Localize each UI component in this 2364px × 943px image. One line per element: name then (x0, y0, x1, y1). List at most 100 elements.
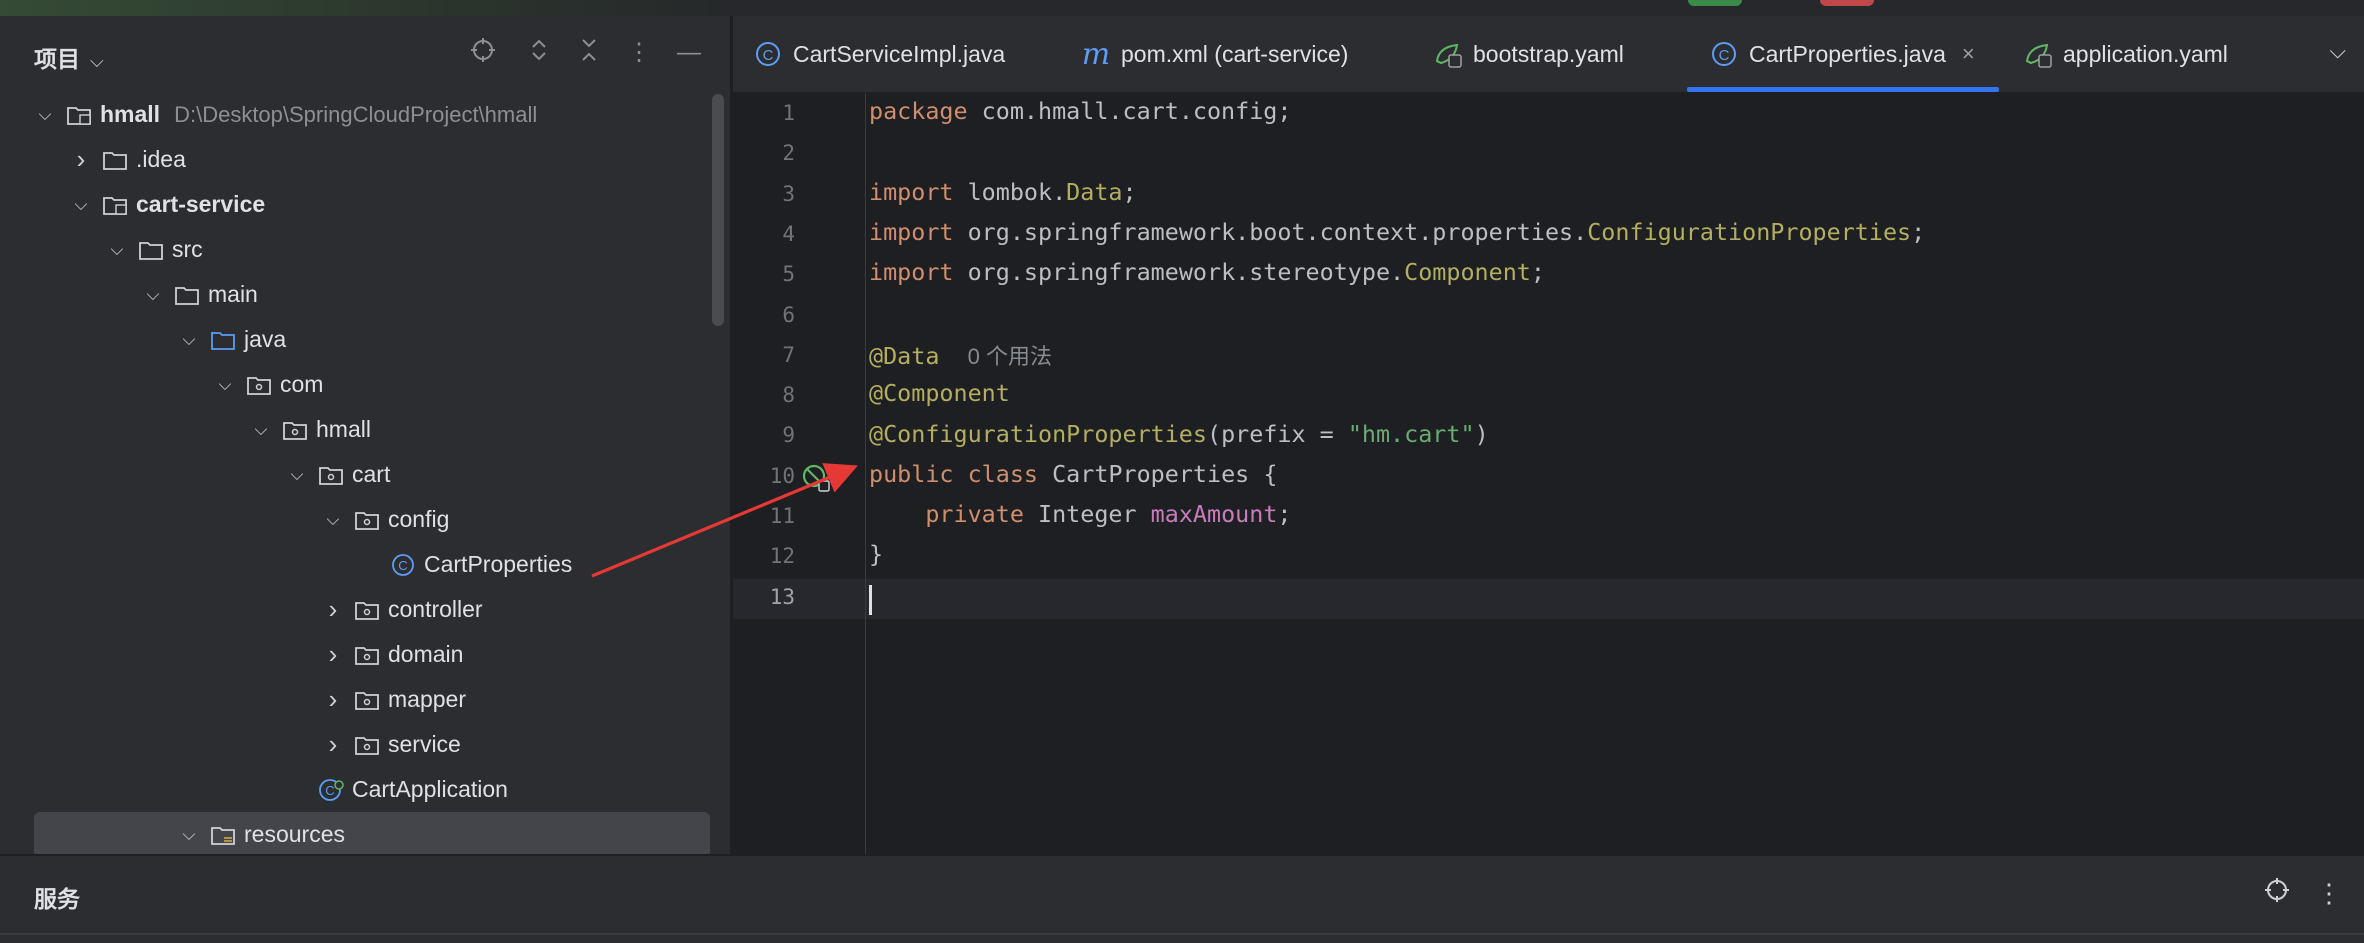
folder-icon (136, 237, 166, 263)
tree-item-label: cart-service (136, 191, 266, 217)
tab-application[interactable]: application.yaml (2023, 16, 2228, 92)
more-options-icon[interactable]: ⋮ (622, 36, 656, 70)
tree-item[interactable]: ⌵ main (0, 272, 710, 317)
tree-item[interactable]: ⌵ config (0, 497, 710, 542)
tree-item-label: domain (388, 641, 464, 667)
line-number: 1 (782, 101, 795, 125)
line-number: 6 (782, 302, 795, 327)
tree-item[interactable]: C CartApplication (0, 767, 710, 812)
locate-icon[interactable] (2260, 876, 2294, 910)
chevron-right-icon[interactable]: › (322, 729, 344, 760)
project-title: 项目 (34, 46, 80, 72)
spring-yaml-icon (2023, 39, 2053, 69)
tree-item[interactable]: › controller (0, 587, 710, 632)
chevron-right-icon[interactable]: › (322, 594, 344, 625)
code-line-12: } (869, 540, 884, 568)
tree-item[interactable]: ⌵ src (0, 227, 710, 272)
project-view-selector[interactable]: 项目 ⌵ (34, 40, 104, 74)
chevron-right-icon[interactable]: › (322, 684, 344, 715)
usage-hint[interactable]: 0 个用法 (968, 344, 1052, 369)
tree-item[interactable]: ⌵ cart (0, 452, 710, 497)
code-line-11: private Integer maxAmount; (925, 500, 1292, 528)
package-icon (352, 507, 382, 533)
window-top-strip (0, 0, 2364, 16)
line-number: 11 (769, 504, 795, 528)
tree-item[interactable]: › service (0, 722, 710, 767)
chevron-down-icon[interactable]: ⌵ (70, 195, 92, 215)
code-line-3: import lombok.Data; (869, 178, 1137, 206)
code-line-4: import org.springframework.boot.context.… (869, 218, 1926, 246)
hide-panel-icon[interactable]: — (672, 36, 706, 70)
chevron-down-icon[interactable]: ⌵ (214, 375, 236, 395)
class-icon: C (388, 552, 418, 578)
tree-item-label: src (172, 236, 203, 262)
code-line-5: import org.springframework.stereotype.Co… (869, 258, 1545, 286)
code-line-1: package com.hmall.cart.config; (869, 97, 1292, 125)
package-icon (352, 642, 382, 668)
tree-item-label: java (244, 326, 287, 352)
tree-item-label: main (208, 281, 258, 307)
package-icon (352, 687, 382, 713)
chevron-down-icon[interactable]: ⌵ (34, 105, 56, 125)
tree-scrollbar[interactable] (712, 94, 724, 326)
tab-bootstrap[interactable]: bootstrap.yaml (1433, 16, 1624, 92)
tree-item[interactable]: ⌵ hmall (0, 407, 710, 452)
expand-all-icon[interactable] (522, 36, 556, 70)
module-folder-icon (100, 192, 130, 218)
tree-item[interactable]: › .idea (0, 137, 710, 182)
tree-item-label: config (388, 506, 450, 532)
spring-yaml-icon (1433, 39, 1463, 69)
tree-item[interactable]: ⌵ resources (34, 812, 710, 854)
tree-item[interactable]: ⌵ hmall D:\Desktop\SpringCloudProject\hmal… (0, 92, 710, 137)
tree-item[interactable]: › mapper (0, 677, 710, 722)
tree-item[interactable]: C CartProperties (0, 542, 710, 587)
tab-label: CartServiceImpl.java (793, 40, 1006, 67)
chevron-down-icon[interactable]: ⌵ (106, 240, 128, 260)
tree-item[interactable]: ⌵ java (0, 317, 710, 362)
tab-cartserviceimpl[interactable]: C CartServiceImpl.java (753, 16, 1005, 92)
chevron-right-icon[interactable]: › (322, 639, 344, 670)
tree-item-label: hmall (316, 416, 371, 442)
line-number: 8 (782, 383, 795, 408)
tree-item-label: hmall (100, 101, 161, 127)
chevron-down-icon[interactable]: ⌵ (2329, 38, 2346, 64)
project-path: D:\Desktop\SpringCloudProject\hmall (174, 101, 538, 127)
run-indicator[interactable] (1688, 0, 1742, 6)
panel-divider (0, 933, 2364, 935)
close-tab-icon[interactable]: × (1962, 41, 1975, 67)
stop-indicator[interactable] (1820, 0, 1874, 6)
line-number: 5 (782, 262, 795, 287)
code-editor[interactable]: 1 2 3 4 5 6 7 8 9 10 11 12 13 package com.hmall.cart… (733, 93, 2364, 854)
tree-item-label: controller (388, 596, 483, 622)
chevron-down-icon[interactable]: ⌵ (250, 420, 272, 440)
spring-bean-gutter-icon[interactable] (801, 463, 831, 493)
package-icon (352, 732, 382, 758)
chevron-down-icon[interactable]: ⌵ (286, 465, 308, 485)
tree-item-label: com (280, 371, 324, 397)
gutter-divider (865, 93, 866, 854)
tree-item[interactable]: ⌵ cart-service (0, 182, 710, 227)
tree-item-label: mapper (388, 686, 466, 712)
chevron-down-icon: ⌵ (90, 51, 104, 71)
tree-item[interactable]: › domain (0, 632, 710, 677)
services-panel: 服务 ⋮ (0, 855, 2364, 943)
tab-pom[interactable]: m pom.xml (cart-service) (1081, 16, 1349, 92)
svg-text:C: C (763, 47, 774, 64)
folder-icon (172, 282, 202, 308)
chevron-right-icon[interactable]: › (70, 144, 92, 175)
locate-icon[interactable] (466, 36, 500, 70)
chevron-down-icon[interactable]: ⌵ (142, 285, 164, 305)
code-line-9: @ConfigurationProperties(prefix = "hm.ca… (869, 420, 1489, 448)
chevron-down-icon[interactable]: ⌵ (322, 510, 344, 530)
chevron-down-icon[interactable]: ⌵ (178, 330, 200, 350)
more-options-icon[interactable]: ⋮ (2312, 876, 2346, 910)
maven-icon: m (1081, 36, 1111, 72)
tree-item[interactable]: ⌵ com (0, 362, 710, 407)
tree-item-label: cart (352, 461, 391, 487)
tab-cartproperties[interactable]: C CartProperties.java × (1687, 16, 1999, 92)
tree-item-label: CartProperties (424, 551, 573, 577)
title-gradient (0, 0, 740, 16)
line-number: 3 (782, 181, 795, 206)
collapse-all-icon[interactable] (572, 36, 606, 70)
chevron-down-icon[interactable]: ⌵ (178, 825, 200, 845)
